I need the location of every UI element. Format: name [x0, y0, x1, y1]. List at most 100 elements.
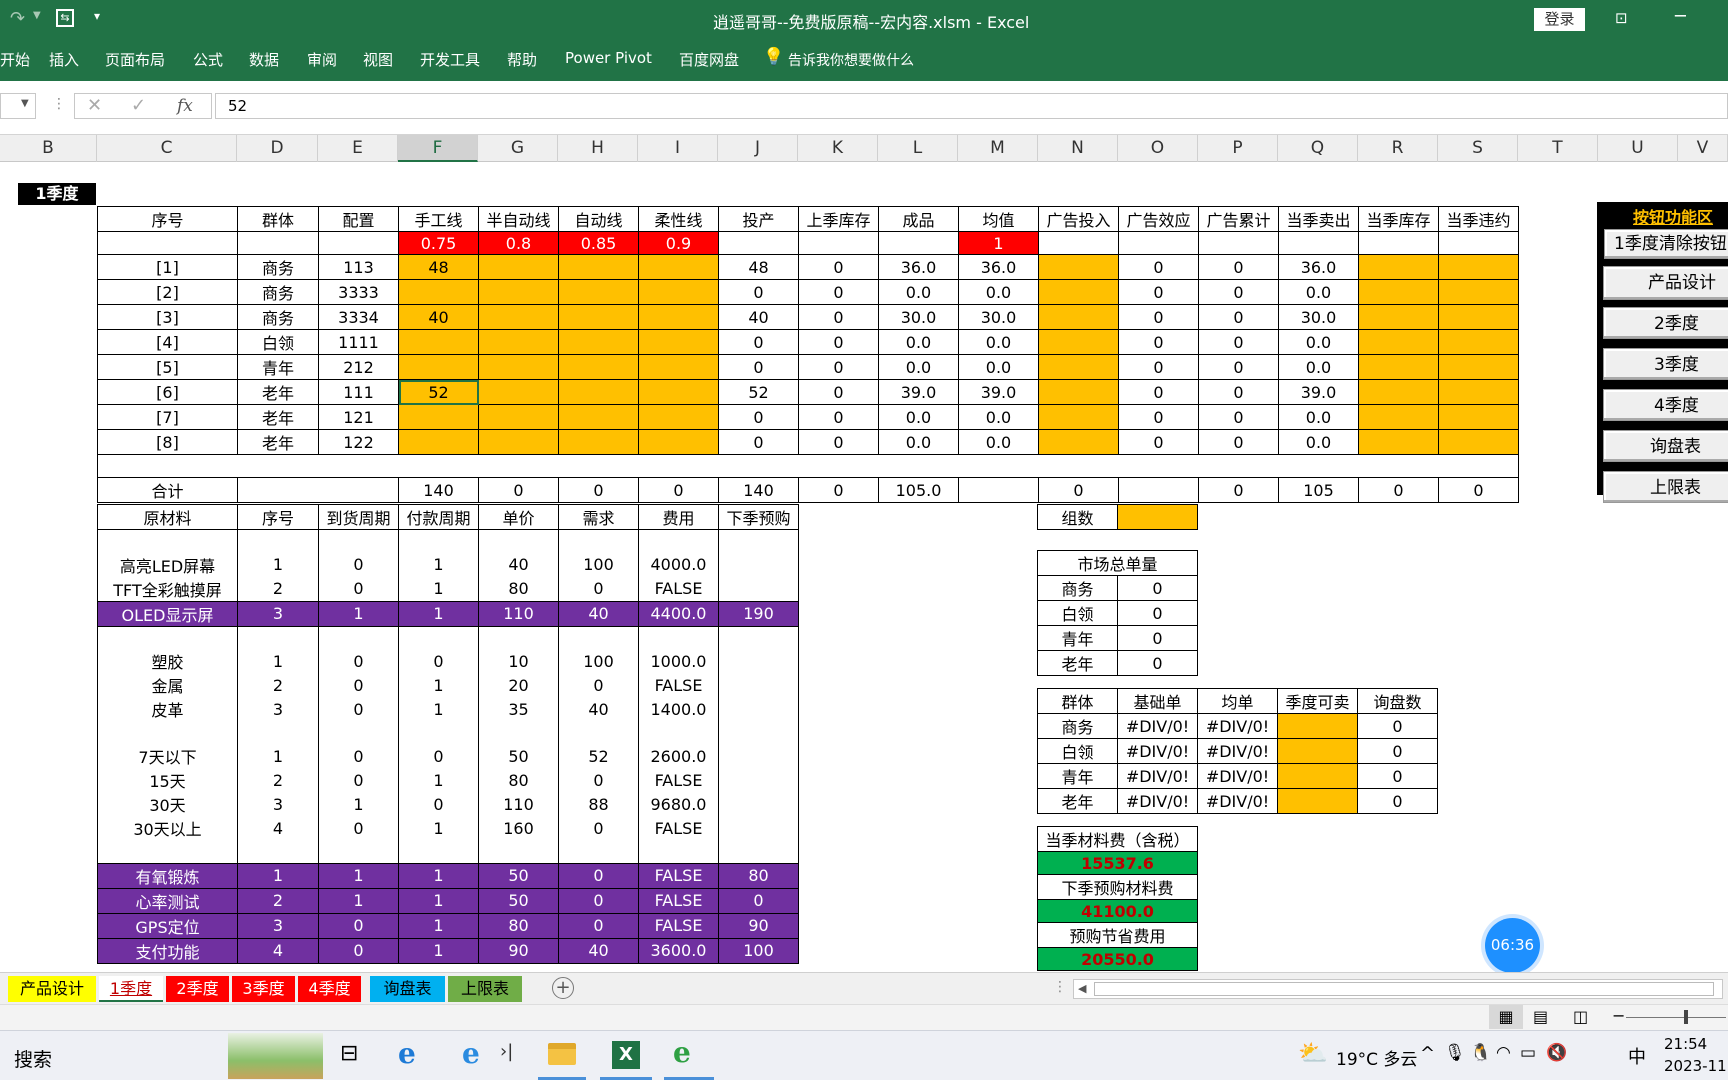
cost-value[interactable]: 41100.0: [1037, 899, 1198, 923]
empty-cell[interactable]: [478, 626, 559, 649]
form-icon[interactable]: ⇆: [56, 9, 74, 27]
material-cell[interactable]: 0: [318, 552, 399, 577]
material-cell[interactable]: 100: [718, 937, 799, 964]
material-cell[interactable]: 0: [558, 673, 639, 697]
table-cell[interactable]: [478, 304, 559, 330]
groups-count-input[interactable]: [1117, 504, 1198, 530]
material-cell[interactable]: 2: [237, 576, 319, 601]
empty-cell[interactable]: [558, 721, 639, 744]
cost-value[interactable]: 20550.0: [1037, 947, 1198, 971]
table-cell[interactable]: [1038, 379, 1119, 405]
volume-icon[interactable]: 🔇: [1546, 1043, 1567, 1063]
empty-cell[interactable]: [318, 626, 399, 649]
total-cell[interactable]: 140: [718, 477, 799, 503]
material-cell[interactable]: [718, 792, 799, 816]
sheet-tab[interactable]: 上限表: [448, 976, 522, 1002]
table-cell[interactable]: 青年: [1037, 763, 1118, 789]
table-cell[interactable]: [1438, 379, 1519, 405]
table-cell[interactable]: [398, 429, 479, 455]
material-cell[interactable]: 40: [558, 600, 639, 627]
table-cell[interactable]: [1438, 429, 1519, 455]
file-explorer-icon[interactable]: [548, 1043, 576, 1065]
factor-cell[interactable]: 0.8: [478, 231, 559, 255]
scroll-thumb[interactable]: [1094, 982, 1714, 996]
material-cell[interactable]: 0: [318, 744, 399, 768]
material-cell[interactable]: 3: [237, 792, 319, 816]
empty-cell[interactable]: [558, 626, 639, 649]
material-cell[interactable]: 0: [558, 576, 639, 601]
table-cell[interactable]: 40: [718, 304, 799, 330]
ie-icon[interactable]: e: [462, 1037, 480, 1070]
tab-baidu-netdisk[interactable]: 百度网盘: [679, 49, 739, 70]
material-cell[interactable]: 金属: [97, 673, 238, 697]
table-cell[interactable]: 0: [1118, 404, 1199, 430]
material-cell[interactable]: FALSE: [638, 768, 719, 792]
material-cell[interactable]: 1: [318, 862, 399, 889]
material-cell[interactable]: 4000.0: [638, 552, 719, 577]
table-cell[interactable]: [478, 254, 559, 280]
table-cell[interactable]: [1358, 379, 1439, 405]
column-header[interactable]: S: [1438, 135, 1518, 162]
material-cell[interactable]: 1: [398, 912, 479, 939]
material-cell[interactable]: 0: [398, 744, 479, 768]
material-cell[interactable]: 100: [558, 552, 639, 577]
material-cell[interactable]: 0: [318, 816, 399, 840]
table-cell[interactable]: [1038, 404, 1119, 430]
table-cell[interactable]: 212: [318, 354, 399, 380]
material-cell[interactable]: 1: [318, 887, 399, 914]
inquiry-table-button[interactable]: 询盘表: [1603, 430, 1728, 462]
table-cell[interactable]: [558, 379, 639, 405]
table-cell[interactable]: 0.0: [878, 404, 959, 430]
enter-icon[interactable]: ✓: [131, 95, 146, 116]
zoom-out-icon[interactable]: −: [1612, 1006, 1625, 1025]
material-cell[interactable]: 30天: [97, 792, 238, 816]
table-cell[interactable]: [7]: [97, 404, 238, 430]
wifi-icon[interactable]: ◠: [1496, 1043, 1511, 1063]
empty-cell[interactable]: [638, 529, 719, 553]
table-cell[interactable]: [558, 279, 639, 305]
sheet-tab[interactable]: 1季度: [99, 976, 163, 1002]
column-header[interactable]: I: [638, 135, 718, 162]
table-cell[interactable]: 30.0: [878, 304, 959, 330]
material-cell[interactable]: 40: [558, 697, 639, 721]
cost-value[interactable]: 15537.6: [1037, 851, 1198, 875]
ribbon-display-icon[interactable]: ⊡: [1615, 9, 1628, 27]
material-cell[interactable]: 支付功能: [97, 937, 238, 964]
material-cell[interactable]: 1400.0: [638, 697, 719, 721]
material-cell[interactable]: 1000.0: [638, 649, 719, 673]
total-cell[interactable]: 0: [558, 477, 639, 503]
material-cell[interactable]: FALSE: [638, 887, 719, 914]
taskbar-search[interactable]: 搜索: [14, 1045, 52, 1072]
table-cell[interactable]: 白领: [237, 329, 319, 355]
total-cell[interactable]: 0: [1038, 477, 1119, 503]
empty-cell[interactable]: [237, 626, 319, 649]
table-cell[interactable]: 0.0: [1278, 429, 1359, 455]
empty-cell[interactable]: [718, 840, 799, 863]
table-cell[interactable]: 111: [318, 379, 399, 405]
tab-insert[interactable]: 插入: [49, 49, 79, 70]
table-cell[interactable]: 0: [1118, 329, 1199, 355]
table-cell[interactable]: 0: [718, 354, 799, 380]
table-cell[interactable]: #DIV/0!: [1117, 763, 1198, 789]
column-header[interactable]: U: [1598, 135, 1678, 162]
table-cell[interactable]: [638, 404, 719, 430]
material-cell[interactable]: 4: [237, 816, 319, 840]
season-2-button[interactable]: 2季度: [1603, 307, 1728, 339]
table-cell[interactable]: 48: [398, 254, 479, 280]
qq-icon[interactable]: 🐧: [1470, 1043, 1491, 1063]
column-header[interactable]: C: [97, 135, 237, 162]
table-cell[interactable]: 0: [718, 329, 799, 355]
column-header[interactable]: B: [0, 135, 97, 162]
column-header[interactable]: E: [318, 135, 398, 162]
column-header[interactable]: K: [798, 135, 878, 162]
table-cell[interactable]: 0: [718, 279, 799, 305]
material-cell[interactable]: 3: [237, 912, 319, 939]
material-cell[interactable]: [718, 649, 799, 673]
table-cell[interactable]: 0: [798, 279, 879, 305]
table-cell[interactable]: [638, 329, 719, 355]
material-cell[interactable]: [718, 576, 799, 601]
table-cell[interactable]: 0: [798, 329, 879, 355]
column-header[interactable]: H: [558, 135, 638, 162]
tell-me-search[interactable]: 告诉我你想要做什么: [788, 50, 914, 70]
table-cell[interactable]: [1]: [97, 254, 238, 280]
